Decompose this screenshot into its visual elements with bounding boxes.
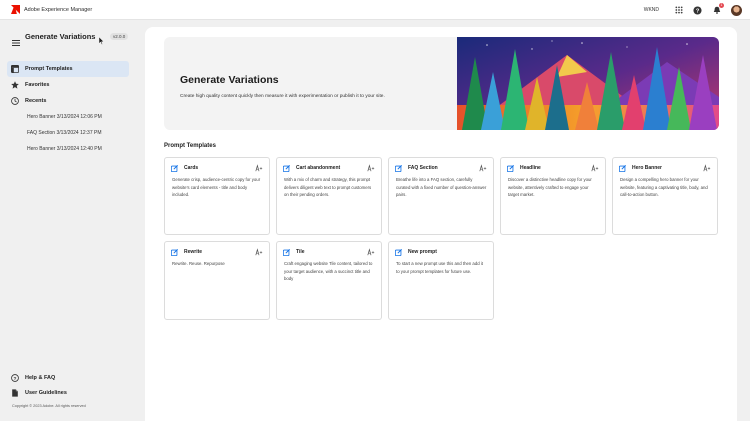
card-title: Cart abandonment <box>296 165 341 171</box>
clock-icon <box>11 97 19 105</box>
card-description: To start a new prompt use this and then … <box>396 261 483 274</box>
sidebar-item-recents[interactable]: Recents <box>7 93 129 109</box>
org-switcher[interactable]: WKND <box>644 7 659 13</box>
card-title: Tile <box>296 249 305 255</box>
ai-generate-icon <box>703 164 711 172</box>
template-card-cart-abandonment[interactable]: Cart abandonment With a mix of charm and… <box>276 157 382 235</box>
edit-icon <box>283 164 290 172</box>
mouse-cursor-icon <box>99 37 104 45</box>
help-circle-icon: ? <box>11 374 19 382</box>
card-title: Headline <box>520 165 541 171</box>
ai-generate-icon <box>367 164 375 172</box>
edit-icon <box>619 164 626 172</box>
card-description: Rewrite. Reuse. Repurpose <box>172 261 225 266</box>
card-title: New prompt <box>408 249 437 255</box>
svg-text:?: ? <box>696 8 700 14</box>
edit-icon <box>283 248 290 256</box>
template-card-headline[interactable]: Headline Discover a distinctive headline… <box>500 157 606 235</box>
ai-generate-icon <box>255 248 263 256</box>
ai-generate-icon <box>367 248 375 256</box>
card-description: Craft engaging website Tile content, tai… <box>284 261 373 282</box>
card-title: Rewrite <box>184 249 203 255</box>
sidebar-item-help-faq[interactable]: ? Help & FAQ <box>7 370 129 386</box>
sidebar-item-label: Prompt Templates <box>25 66 73 72</box>
star-icon <box>11 81 19 89</box>
edit-icon <box>395 164 402 172</box>
sidebar-title: Generate Variations <box>25 32 96 41</box>
template-card-cards[interactable]: Cards Generate crisp, audience-centric c… <box>164 157 270 235</box>
copyright-text: Copyright © 2023 Adobe. All rights reser… <box>12 404 86 408</box>
edit-icon <box>171 248 178 256</box>
hero-title: Generate Variations <box>180 74 279 86</box>
app-title: Adobe Experience Manager <box>24 6 93 13</box>
ai-generate-icon <box>255 164 263 172</box>
adobe-logo[interactable] <box>11 5 20 14</box>
help-icon[interactable]: ? <box>693 5 702 15</box>
bell-icon[interactable]: 1 <box>712 2 724 15</box>
sidebar-item-label: User Guidelines <box>25 390 67 396</box>
recent-item[interactable]: FAQ Section 3/13/2024 12:37 PM <box>27 130 102 136</box>
templates-icon <box>11 65 19 73</box>
hero-illustration <box>457 37 719 130</box>
template-card-hero-banner[interactable]: Hero Banner Design a compelling hero ban… <box>612 157 718 235</box>
template-card-tile[interactable]: Tile Craft engaging website Tile content… <box>276 241 382 320</box>
document-icon <box>11 389 19 397</box>
version-badge: v2.0.0 <box>110 33 129 40</box>
card-description: Discover a distinctive headline copy for… <box>508 177 592 198</box>
card-description: Generate crisp, audience-centric copy fo… <box>172 177 261 198</box>
section-title: Prompt Templates <box>164 143 216 149</box>
card-title: Cards <box>184 165 199 171</box>
sidebar-item-prompt-templates[interactable]: Prompt Templates <box>7 61 129 77</box>
template-card-faq-section[interactable]: FAQ Section Breathe life into a FAQ sect… <box>388 157 494 235</box>
edit-icon <box>395 248 402 256</box>
sidebar-item-label: Recents <box>25 98 47 104</box>
sidebar-item-label: Help & FAQ <box>25 375 56 381</box>
card-description: Breathe life into a FAQ section, careful… <box>396 177 487 198</box>
edit-icon <box>171 164 178 172</box>
sidebar-item-user-guidelines[interactable]: User Guidelines <box>7 385 129 401</box>
card-title: FAQ Section <box>408 165 438 171</box>
ai-generate-icon <box>479 164 487 172</box>
card-description: With a mix of charm and strategy, this p… <box>284 177 372 198</box>
edit-icon <box>507 164 514 172</box>
sidebar-item-label: Favorites <box>25 82 50 88</box>
recent-item[interactable]: Hero Banner 3/13/2024 12:40 PM <box>27 146 102 152</box>
sidebar-item-favorites[interactable]: Favorites <box>7 77 129 93</box>
hero-description: Create high quality content quickly then… <box>180 94 385 99</box>
hero-banner: Generate Variations Create high quality … <box>164 37 719 130</box>
avatar[interactable] <box>731 4 742 16</box>
card-title: Hero Banner <box>632 165 663 171</box>
hamburger-menu-icon[interactable] <box>12 33 20 46</box>
top-bar: Adobe Experience Manager WKND ? 1 <box>0 0 750 20</box>
template-card-rewrite[interactable]: Rewrite Rewrite. Reuse. Repurpose <box>164 241 270 320</box>
template-card-new-prompt[interactable]: New prompt To start a new prompt use thi… <box>388 241 494 320</box>
apps-grid-icon[interactable] <box>674 6 683 15</box>
svg-text:?: ? <box>14 376 17 382</box>
ai-generate-icon <box>591 164 599 172</box>
card-description: Design a compelling hero banner for your… <box>620 177 708 198</box>
notification-badge: 1 <box>719 2 724 8</box>
top-right-actions: WKND ? 1 <box>644 0 742 20</box>
recent-item[interactable]: Hero Banner 3/13/2024 12:06 PM <box>27 114 102 120</box>
